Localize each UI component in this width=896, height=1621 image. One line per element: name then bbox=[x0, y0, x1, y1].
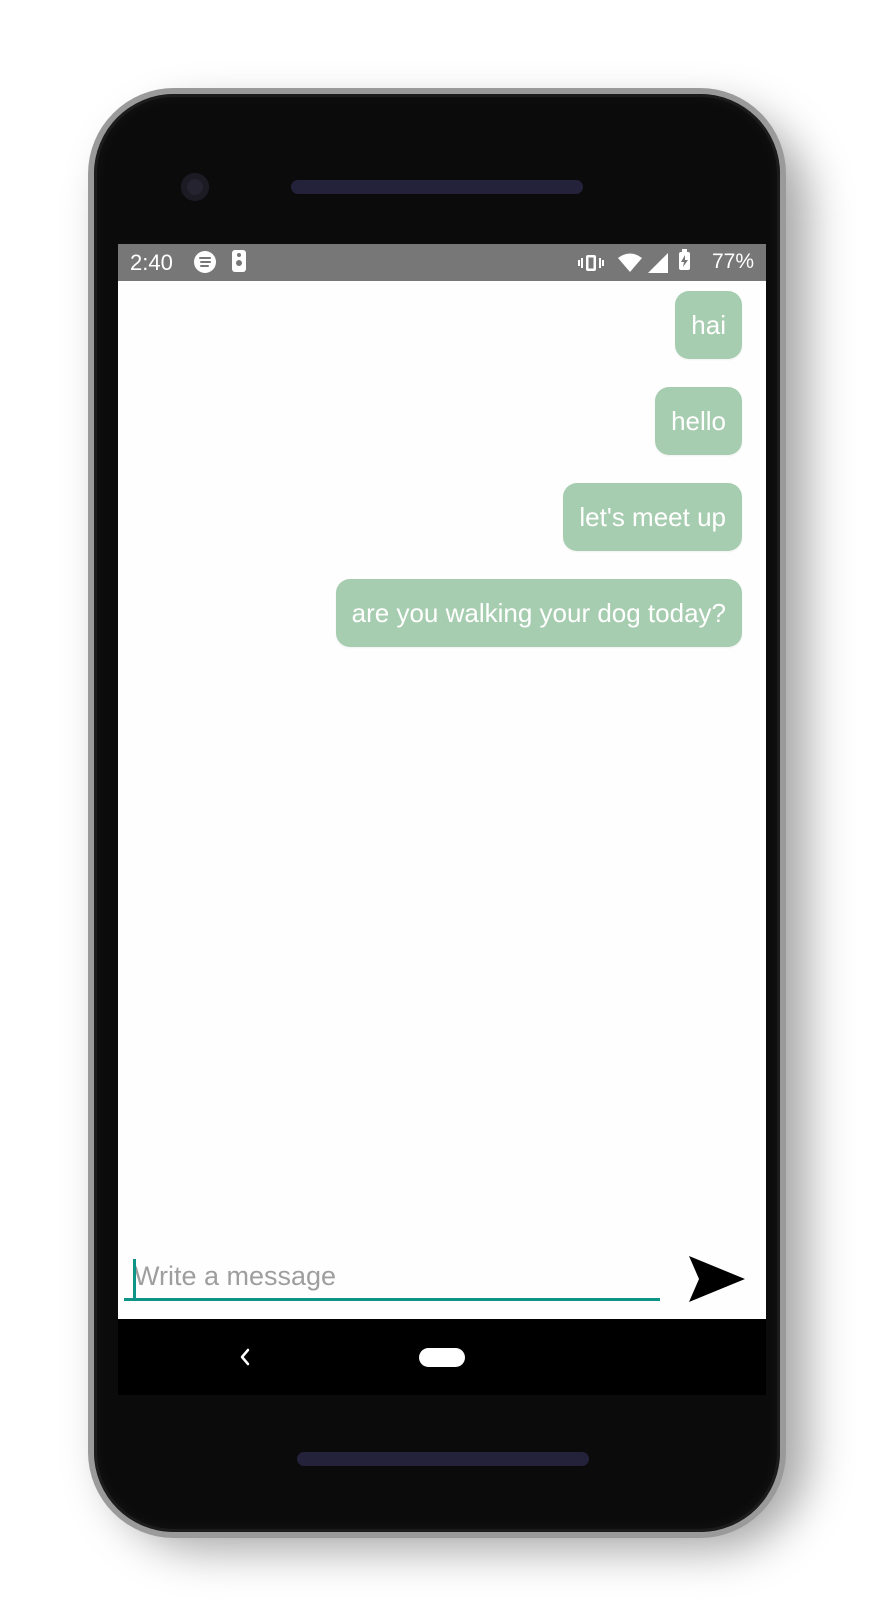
message-bubble[interactable]: hello bbox=[655, 387, 742, 455]
earpiece-speaker bbox=[291, 180, 583, 194]
send-arrow-icon[interactable] bbox=[687, 1254, 747, 1304]
status-time: 2:40 bbox=[130, 250, 173, 275]
battery-charging-icon bbox=[679, 249, 690, 270]
signal-icon bbox=[648, 253, 668, 273]
status-icons: 77% bbox=[578, 249, 754, 277]
message-text: hello bbox=[671, 406, 726, 436]
vibrate-icon bbox=[578, 255, 604, 271]
screen: 2:40 77% hai hello let's meet up are you… bbox=[118, 244, 766, 1395]
speaker-app-icon bbox=[232, 250, 246, 272]
message-bubble[interactable]: hai bbox=[675, 291, 742, 359]
message-text: let's meet up bbox=[579, 502, 726, 532]
message-text: hai bbox=[691, 310, 726, 340]
back-icon[interactable] bbox=[234, 1343, 258, 1371]
message-bubble[interactable]: are you walking your dog today? bbox=[335, 579, 742, 647]
message-composer bbox=[118, 1247, 766, 1327]
bottom-speaker bbox=[297, 1452, 589, 1466]
home-pill[interactable] bbox=[419, 1348, 465, 1367]
wifi-icon bbox=[618, 253, 642, 272]
message-text: are you walking your dog today? bbox=[351, 598, 726, 628]
message-input[interactable] bbox=[124, 1255, 660, 1301]
status-bar: 2:40 77% bbox=[118, 244, 766, 281]
message-bubble[interactable]: let's meet up bbox=[563, 483, 742, 551]
battery-percent: 77% bbox=[711, 250, 754, 273]
spotify-icon bbox=[194, 251, 216, 273]
front-camera bbox=[181, 173, 209, 201]
text-cursor bbox=[133, 1259, 136, 1299]
navigation-bar bbox=[118, 1319, 766, 1395]
